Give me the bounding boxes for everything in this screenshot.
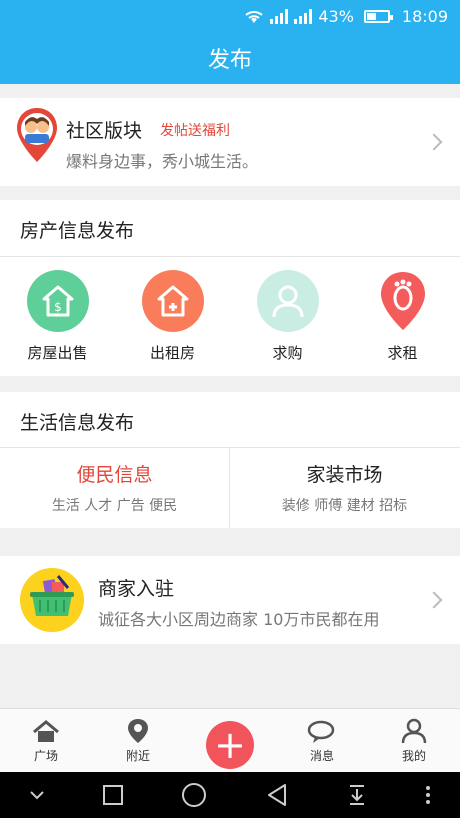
signal-4g-icon [294, 8, 313, 24]
community-card[interactable]: 社区版块 发帖送福利 爆料身边事，秀小城生活。 [0, 98, 460, 186]
convenience-info-button[interactable]: 便民信息 生活 人才 广告 便民 [0, 448, 229, 528]
home-decor-title: 家装市场 [306, 464, 383, 486]
chevron-right-icon [425, 133, 443, 151]
more-icon[interactable] [425, 785, 431, 805]
recent-apps-icon[interactable] [102, 784, 124, 806]
section-title: 生活信息发布 [20, 412, 135, 434]
real-estate-section: 房产信息发布 $ 房屋出售 出租房 求购 求租 [0, 200, 460, 376]
user-icon [401, 718, 427, 744]
shopping-basket-icon [20, 568, 84, 632]
house-sale-icon: $ [26, 270, 89, 332]
tab-nearby-label: 附近 [125, 749, 150, 763]
want-buy-button[interactable]: 求购 [230, 270, 345, 363]
want-rent-button[interactable]: 求租 [345, 270, 460, 363]
community-promo: 发帖送福利 [160, 123, 230, 139]
battery-icon [363, 9, 393, 23]
tab-square-label: 广场 [33, 749, 58, 763]
back-icon[interactable] [265, 783, 289, 807]
page-title: 发布 [207, 48, 252, 73]
tab-nearby[interactable]: 附近 [92, 709, 184, 772]
home-icon [33, 720, 59, 742]
home-decor-sub: 装修 师傅 建材 招标 [281, 498, 408, 514]
signal-2g-icon [270, 8, 289, 24]
community-desc: 爆料身边事，秀小城生活。 [66, 152, 259, 171]
chevron-right-icon [425, 591, 443, 609]
house-sale-button[interactable]: $ 房屋出售 [0, 270, 115, 363]
system-nav-bar [0, 772, 460, 818]
page-header: 发布 [0, 32, 460, 84]
rent-out-button[interactable]: 出租房 [115, 270, 230, 363]
tab-messages[interactable]: 消息 [276, 709, 368, 772]
home-button-icon[interactable] [181, 782, 207, 808]
wifi-icon [244, 7, 264, 25]
community-title: 社区版块 [66, 120, 143, 142]
section-title: 房产信息发布 [20, 220, 135, 242]
convenience-info-sub: 生活 人才 广告 便民 [51, 498, 178, 514]
merchant-desc: 诚征各大小区周边商家 10万市民都在用 [98, 610, 380, 629]
download-icon[interactable] [346, 784, 368, 806]
rent-out-label: 出租房 [149, 344, 195, 362]
tab-messages-label: 消息 [309, 749, 334, 763]
merchant-title: 商家入驻 [98, 578, 175, 600]
convenience-info-title: 便民信息 [76, 464, 153, 486]
person-icon [256, 270, 319, 332]
community-logo-icon [14, 106, 60, 164]
rent-out-icon [141, 270, 204, 332]
tab-profile[interactable]: 我的 [368, 709, 460, 772]
home-decor-button[interactable]: 家装市场 装修 师傅 建材 招标 [230, 448, 459, 528]
svg-text:$: $ [54, 300, 62, 314]
clock: 18:09 [401, 6, 448, 26]
want-rent-label: 求租 [387, 344, 418, 362]
life-info-section: 生活信息发布 便民信息 生活 人才 广告 便民 家装市场 装修 师傅 建材 招标 [0, 392, 460, 528]
footprint-icon [372, 270, 434, 332]
house-sale-label: 房屋出售 [27, 344, 88, 362]
divider [0, 256, 460, 257]
add-icon[interactable]: + [206, 720, 254, 769]
chat-icon [307, 720, 335, 743]
location-pin-icon [128, 719, 148, 743]
merchant-card[interactable]: 商家入驻 诚征各大小区周边商家 10万市民都在用 [0, 556, 460, 644]
tab-publish[interactable]: + [184, 709, 276, 772]
bottom-tab-bar: 广场 附近 + 消息 我的 [0, 708, 460, 772]
battery-percent: 43% [318, 6, 354, 26]
want-buy-label: 求购 [272, 344, 303, 362]
tab-profile-label: 我的 [401, 749, 426, 763]
status-bar: 43% 18:09 [0, 0, 460, 32]
chevron-down-icon[interactable] [29, 790, 45, 800]
tab-square[interactable]: 广场 [0, 709, 92, 772]
